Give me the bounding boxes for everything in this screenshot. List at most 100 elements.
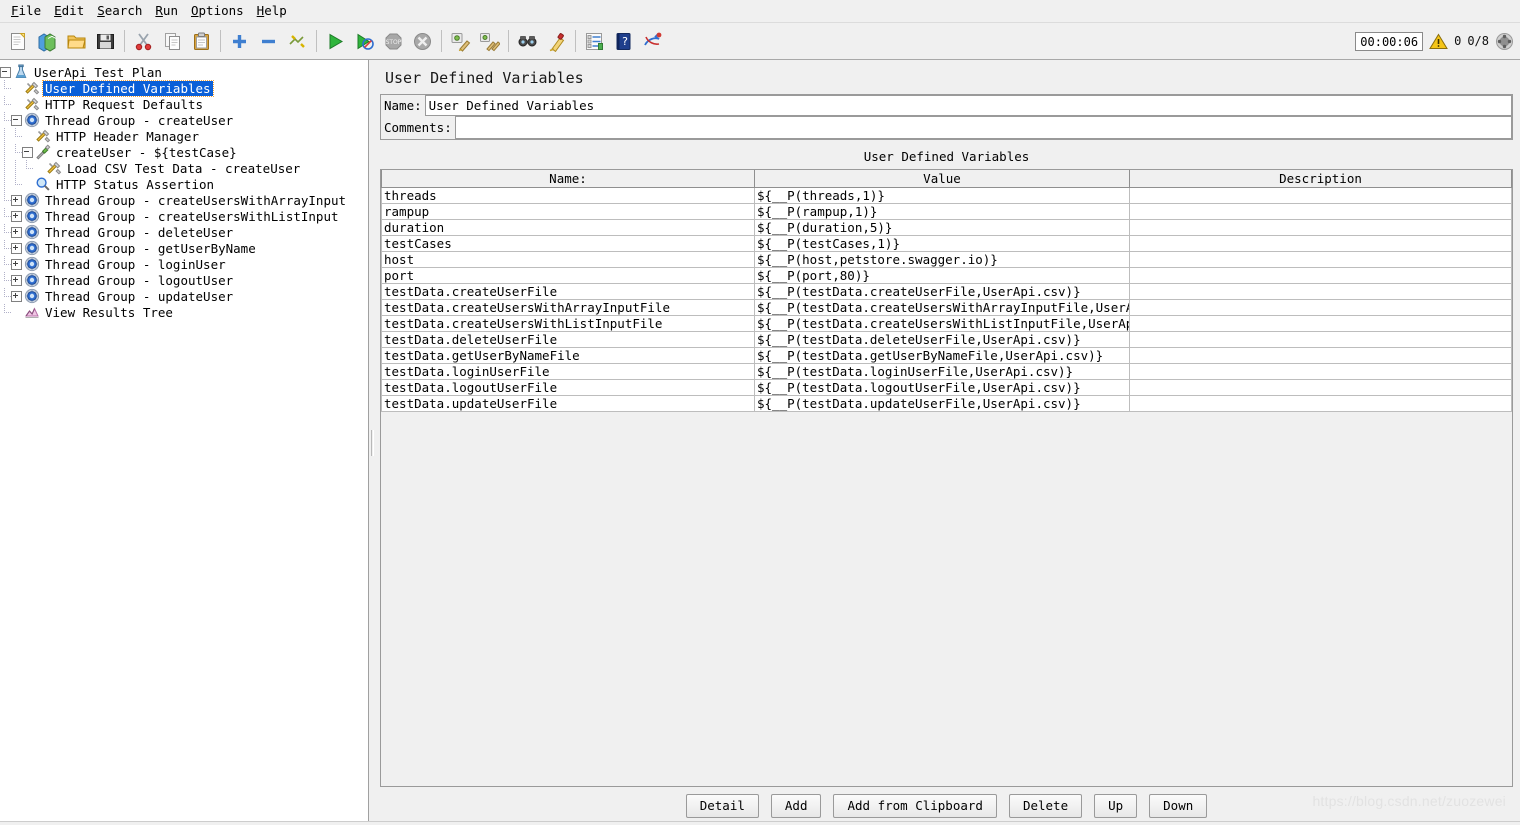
tree-node[interactable]: createUser - ${testCase} [0, 144, 368, 160]
collapse-node-icon[interactable] [11, 114, 22, 126]
menu-options[interactable]: Options [185, 2, 251, 19]
table-row[interactable]: testData.createUserFile ${__P(testData.cr… [381, 283, 1512, 300]
tree-node[interactable]: Thread Group - getUserByName [0, 240, 368, 256]
expand-node-icon[interactable] [11, 210, 22, 222]
table-row[interactable]: testData.getUserByNameFile ${__P(testData… [381, 347, 1512, 364]
cell-value[interactable]: ${__P(testData.createUsersWithArrayInput… [754, 299, 1130, 316]
collapse-all-icon[interactable] [254, 25, 283, 57]
cell-name[interactable]: testData.deleteUserFile [381, 331, 755, 348]
menu-file[interactable]: File [5, 2, 48, 19]
cell-description[interactable] [1129, 219, 1512, 236]
cell-name[interactable]: testData.loginUserFile [381, 363, 755, 380]
table-row[interactable]: testData.updateUserFile ${__P(testData.up… [381, 395, 1512, 412]
templates-icon[interactable] [33, 25, 62, 57]
start-icon[interactable] [321, 25, 350, 57]
tree-node[interactable]: Thread Group - loginUser [0, 256, 368, 272]
cell-value[interactable]: ${__P(testCases,1)} [754, 235, 1130, 252]
add-from-clipboard-button[interactable]: Add from Clipboard [833, 794, 997, 818]
table-row[interactable]: testData.deleteUserFile ${__P(testData.de… [381, 331, 1512, 348]
cell-value[interactable]: ${__P(testData.createUsersWithListInputF… [754, 315, 1130, 332]
table-row[interactable]: testData.logoutUserFile ${__P(testData.lo… [381, 379, 1512, 396]
cell-description[interactable] [1129, 299, 1512, 316]
cell-description[interactable] [1129, 315, 1512, 332]
cell-value[interactable]: ${__P(threads,1)} [754, 187, 1130, 204]
detail-button[interactable]: Detail [685, 794, 759, 818]
up-button[interactable]: Up [1094, 794, 1138, 818]
tree-node[interactable]: HTTP Status Assertion [0, 176, 368, 192]
cell-value[interactable]: ${__P(testData.updateUserFile,UserApi.cs… [754, 395, 1130, 412]
delete-button[interactable]: Delete [1008, 794, 1083, 818]
column-header[interactable]: Name: [381, 170, 755, 188]
tree-node[interactable]: Thread Group - createUser [0, 112, 368, 128]
tree-node[interactable]: UserApi Test Plan [0, 64, 368, 80]
tree-node[interactable]: Thread Group - createUsersWithArrayInput [0, 192, 368, 208]
cell-description[interactable] [1129, 331, 1512, 348]
add-button[interactable]: Add [770, 794, 822, 818]
cell-description[interactable] [1129, 395, 1512, 412]
cell-description[interactable] [1129, 379, 1512, 396]
clear-all-icon[interactable] [475, 25, 504, 57]
cell-description[interactable] [1129, 203, 1512, 220]
cell-name[interactable]: testData.updateUserFile [381, 395, 755, 412]
collapse-node-icon[interactable] [22, 146, 33, 158]
cell-description[interactable] [1129, 235, 1512, 252]
cell-value[interactable]: ${__P(testData.deleteUserFile,UserApi.cs… [754, 331, 1130, 348]
expand-node-icon[interactable] [11, 258, 22, 270]
expand-node-icon[interactable] [11, 226, 22, 238]
table-row[interactable]: testData.createUsersWithArrayInputFile ${… [381, 299, 1512, 316]
cell-value[interactable]: ${__P(duration,5)} [754, 219, 1130, 236]
tree-node[interactable]: Load CSV Test Data - createUser [0, 160, 368, 176]
name-input[interactable] [424, 95, 1512, 116]
tree-node[interactable]: Thread Group - logoutUser [0, 272, 368, 288]
copy-icon[interactable] [158, 25, 187, 57]
table-row[interactable]: threads ${__P(threads,1)} [381, 187, 1512, 204]
open-icon[interactable] [62, 25, 91, 57]
cell-description[interactable] [1129, 267, 1512, 284]
tree-node[interactable]: HTTP Header Manager [0, 128, 368, 144]
table-row[interactable]: testData.loginUserFile ${__P(testData.log… [381, 363, 1512, 380]
help-icon[interactable]: ? [609, 25, 638, 57]
function-helper-icon[interactable] [580, 25, 609, 57]
cell-description[interactable] [1129, 187, 1512, 204]
cell-name[interactable]: testData.createUsersWithListInputFile [381, 315, 755, 332]
cell-value[interactable]: ${__P(port,80)} [754, 267, 1130, 284]
tree-node[interactable]: Thread Group - deleteUser [0, 224, 368, 240]
test-plan-tree-pane[interactable]: UserApi Test Plan User Defined Variables H… [0, 60, 369, 825]
cell-description[interactable] [1129, 347, 1512, 364]
cell-description[interactable] [1129, 283, 1512, 300]
tree-node[interactable]: Thread Group - updateUser [0, 288, 368, 304]
tree-node[interactable]: Thread Group - createUsersWithListInput [0, 208, 368, 224]
cell-name[interactable]: testData.getUserByNameFile [381, 347, 755, 364]
cut-icon[interactable] [129, 25, 158, 57]
comments-input[interactable] [454, 116, 1512, 139]
collapse-node-icon[interactable] [0, 66, 11, 78]
cell-value[interactable]: ${__P(testData.logoutUserFile,UserApi.cs… [754, 379, 1130, 396]
clear-icon[interactable] [446, 25, 475, 57]
menu-search[interactable]: Search [91, 2, 149, 19]
shutdown-icon[interactable] [408, 25, 437, 57]
cell-name[interactable]: host [381, 251, 755, 268]
tree-node[interactable]: User Defined Variables [0, 79, 368, 97]
expand-node-icon[interactable] [11, 242, 22, 254]
tree-node[interactable]: View Results Tree [0, 304, 368, 320]
toggle-icon[interactable] [283, 25, 312, 57]
cell-name[interactable]: testCases [381, 235, 755, 252]
table-row[interactable]: testData.createUsersWithListInputFile ${_… [381, 315, 1512, 332]
save-icon[interactable] [91, 25, 120, 57]
column-header[interactable]: Description [1129, 170, 1512, 188]
table-row[interactable]: rampup ${__P(rampup,1)} [381, 203, 1512, 220]
expand-node-icon[interactable] [11, 290, 22, 302]
cell-description[interactable] [1129, 251, 1512, 268]
new-icon[interactable] [4, 25, 33, 57]
cell-name[interactable]: port [381, 267, 755, 284]
down-button[interactable]: Down [1149, 794, 1208, 818]
cell-value[interactable]: ${__P(testData.loginUserFile,UserApi.csv… [754, 363, 1130, 380]
tree-node[interactable]: HTTP Request Defaults [0, 96, 368, 112]
undo-redo-icon[interactable] [638, 25, 667, 57]
table-row[interactable]: host ${__P(host,petstore.swagger.io)} [381, 251, 1512, 268]
split-divider[interactable] [369, 60, 377, 825]
threads-gauge-icon[interactable] [1495, 32, 1514, 51]
table-row[interactable]: testCases ${__P(testCases,1)} [381, 235, 1512, 252]
warning-triangle-icon[interactable] [1429, 33, 1448, 50]
cell-name[interactable]: rampup [381, 203, 755, 220]
